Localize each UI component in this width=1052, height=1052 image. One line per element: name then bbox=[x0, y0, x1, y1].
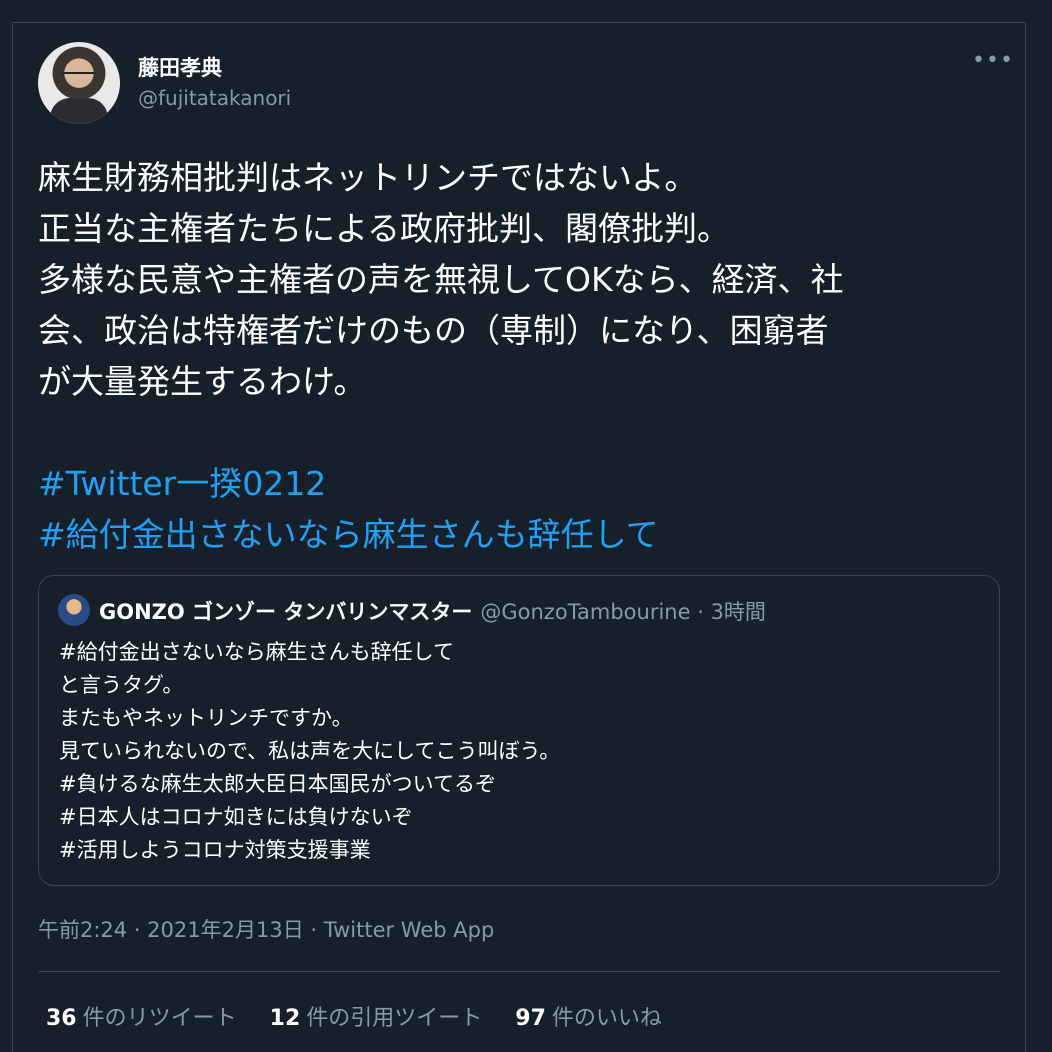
quote-tweets-count: 12 bbox=[269, 1006, 301, 1031]
author-avatar[interactable] bbox=[38, 42, 120, 124]
likes-stat[interactable]: 97 件のいいね bbox=[515, 1000, 662, 1032]
likes-count: 97 bbox=[515, 1006, 546, 1031]
quoted-text-line: #活用しようコロナ対策支援事業 bbox=[59, 838, 371, 862]
quoted-tweet-card[interactable]: GONZO ゴンゾー タンバリンマスター @GonzoTambourine · 3… bbox=[38, 575, 1000, 886]
quote-tweets-label: 件の引用ツイート bbox=[306, 1006, 483, 1031]
more-horizontal-icon[interactable]: ••• bbox=[972, 50, 1013, 76]
hashtag-link[interactable]: #給付金出さないなら麻生さんも辞任して bbox=[38, 509, 998, 560]
author-handle[interactable]: @fujitatakanori bbox=[138, 86, 291, 110]
tweet-stats: 36 件のリツイート 12 件の引用ツイート 97 件のいいね bbox=[46, 1000, 688, 1032]
retweets-count: 36 bbox=[46, 1006, 77, 1031]
quoted-author-avatar bbox=[58, 594, 90, 626]
quoted-text-line: またもやネットリンチですか。 bbox=[59, 706, 353, 730]
retweets-stat[interactable]: 36 件のリツイート bbox=[46, 1000, 237, 1032]
tweet-text-line: が大量発生するわけ。 bbox=[38, 362, 367, 401]
quoted-text-line: #負けるな麻生太郎大臣日本国民がついてるぞ bbox=[59, 772, 496, 796]
tweet-text-line: 多様な民意や主権者の声を無視してOKなら、経済、社 bbox=[38, 260, 844, 299]
retweets-label: 件のリツイート bbox=[82, 1006, 237, 1031]
tweet-body: 麻生財務相批判はネットリンチではないよ。 正当な主権者たちによる政府批判、閣僚批… bbox=[38, 152, 998, 560]
quoted-author-name: GONZO ゴンゾー タンバリンマスター bbox=[99, 600, 473, 624]
tweet-text-line: 麻生財務相批判はネットリンチではないよ。 bbox=[38, 158, 698, 197]
quoted-author-meta: @GonzoTambourine · 3時間 bbox=[480, 600, 766, 624]
quoted-tweet-body: #給付金出さないなら麻生さんも辞任して と言うタグ。 またもやネットリンチですか… bbox=[59, 636, 979, 867]
quoted-tweet-header: GONZO ゴンゾー タンバリンマスター @GonzoTambourine · 3… bbox=[99, 596, 766, 626]
quoted-text-line: 見ていられないので、私は声を大にしてこう叫ぼう。 bbox=[59, 739, 561, 763]
tweet-text-line: 会、政治は特権者だけのもの（専制）になり、困窮者 bbox=[38, 311, 829, 350]
quoted-text-line: #給付金出さないなら麻生さんも辞任して bbox=[59, 640, 454, 664]
quoted-text-line: と言うタグ。 bbox=[59, 673, 184, 697]
tweet-text-line: 正当な主権者たちによる政府批判、閣僚批判。 bbox=[38, 209, 731, 248]
likes-label: 件のいいね bbox=[551, 1006, 662, 1031]
quote-tweets-stat[interactable]: 12 件の引用ツイート bbox=[270, 1000, 483, 1032]
avatar-shirt bbox=[50, 98, 108, 124]
tweet-header: 藤田孝典 @fujitatakanori ••• bbox=[38, 42, 1013, 126]
tweet-timestamp[interactable]: 午前2:24 · 2021年2月13日 · Twitter Web App bbox=[38, 914, 494, 944]
quoted-text-line: #日本人はコロナ如きには負けないぞ bbox=[59, 805, 413, 829]
divider bbox=[38, 971, 1000, 972]
author-name[interactable]: 藤田孝典 bbox=[138, 52, 222, 82]
avatar-glasses bbox=[62, 72, 96, 82]
hashtag-link[interactable]: #Twitter一揆0212 bbox=[38, 458, 998, 509]
